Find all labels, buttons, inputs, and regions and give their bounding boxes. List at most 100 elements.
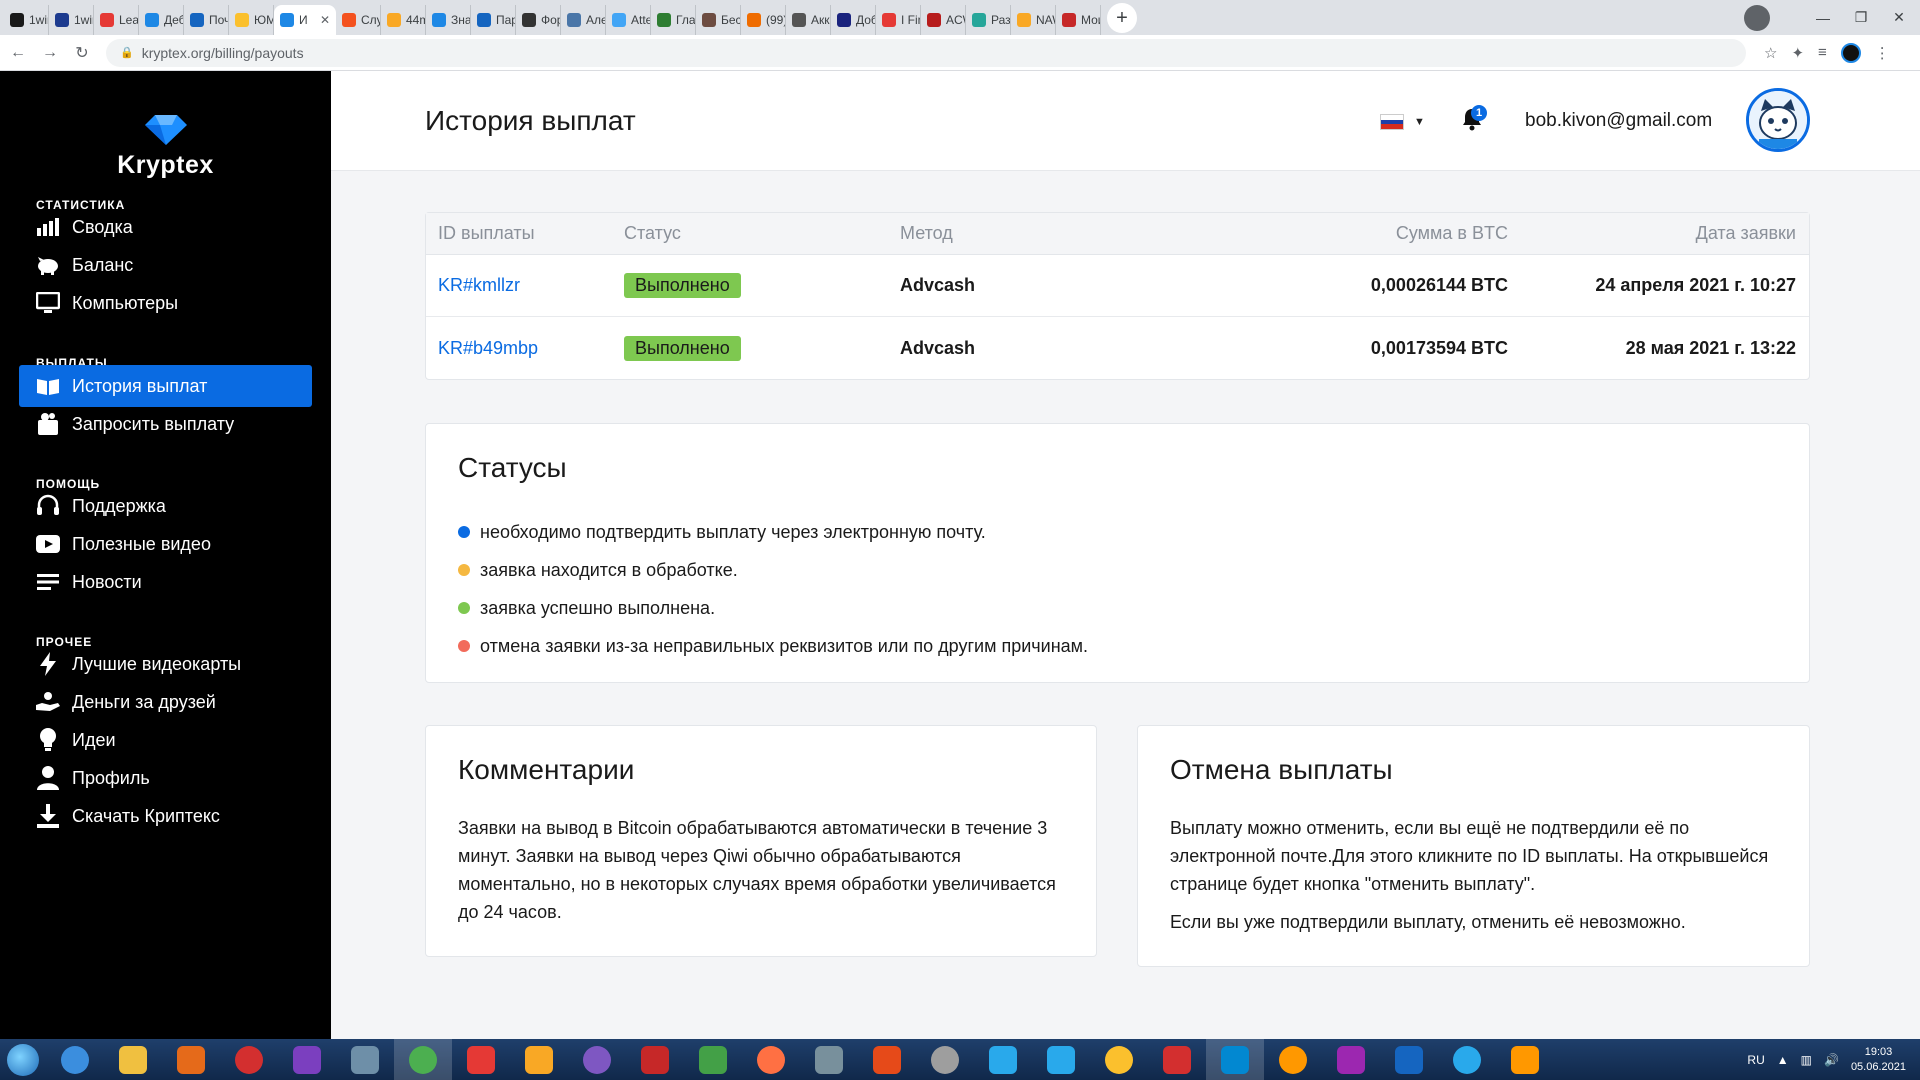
taskbar-app[interactable] [1322, 1039, 1380, 1080]
sidebar-item[interactable]: Компьютеры [19, 282, 312, 324]
browser-tab[interactable]: Atten [606, 5, 651, 35]
close-tab-icon[interactable]: ✕ [320, 13, 330, 27]
browser-tab[interactable]: NAW [1011, 5, 1056, 35]
maximize-icon[interactable]: ❐ [1846, 9, 1876, 26]
sidebar-item[interactable]: Скачать Криптекс [19, 795, 312, 837]
clock[interactable]: 19:03 05.06.2021 [1851, 1045, 1906, 1075]
back-icon[interactable]: ← [4, 44, 32, 62]
kryptex-logo[interactable]: Kryptex [0, 115, 331, 180]
sidebar-item[interactable]: Поддержка [19, 485, 312, 527]
tab-label: (99) C [766, 13, 786, 27]
close-window-icon[interactable]: ✕ [1884, 9, 1914, 26]
browser-tab[interactable]: Знак [426, 5, 471, 35]
volume-icon[interactable]: 🔊 [1824, 1053, 1839, 1067]
browser-tab[interactable]: Доба [831, 5, 876, 35]
browser-tab[interactable]: Глав [651, 5, 696, 35]
taskbar-app[interactable] [858, 1039, 916, 1080]
tray-arrow-icon[interactable]: ▲ [1777, 1053, 1789, 1067]
avatar[interactable] [1746, 88, 1810, 152]
taskbar-app[interactable] [452, 1039, 510, 1080]
sidebar-item[interactable]: Сводка [19, 206, 312, 248]
sidebar-item[interactable]: Лучшие видеокарты [19, 643, 312, 685]
browser-tab[interactable]: ЮMo [229, 5, 274, 35]
browser-tab[interactable]: Акка [786, 5, 831, 35]
browser-tab[interactable]: Leads [94, 5, 139, 35]
menu-icon[interactable]: ⋮ [1875, 44, 1890, 62]
browser-tab[interactable]: Парт [471, 5, 516, 35]
forward-icon[interactable]: → [36, 44, 64, 62]
profile-avatar-icon[interactable] [1840, 42, 1861, 63]
taskbar-app[interactable] [1264, 1039, 1322, 1080]
taskbar-app[interactable] [1206, 1039, 1264, 1080]
sidebar-item[interactable]: История выплат [19, 365, 312, 407]
browser-tab[interactable]: Форс [516, 5, 561, 35]
chrome-account-icon[interactable] [1744, 4, 1770, 31]
browser-tab[interactable]: 44m [381, 5, 426, 35]
browser-tab[interactable]: Разд [966, 5, 1011, 35]
app-icon [641, 1045, 669, 1074]
taskbar-app[interactable] [974, 1039, 1032, 1080]
browser-tab[interactable]: I Fina [876, 5, 921, 35]
taskbar-app[interactable] [1438, 1039, 1496, 1080]
new-tab-button[interactable]: + [1107, 3, 1137, 33]
taskbar-app[interactable] [394, 1039, 452, 1080]
taskbar-app[interactable] [916, 1039, 974, 1080]
browser-tab[interactable]: 1win [4, 5, 49, 35]
browser-tab[interactable]: (99) C [741, 5, 786, 35]
app-icon [293, 1045, 321, 1074]
taskbar-app[interactable] [336, 1039, 394, 1080]
browser-tab[interactable]: Бесп [696, 5, 741, 35]
browser-tab[interactable]: Служ [336, 5, 381, 35]
taskbar-app[interactable] [162, 1039, 220, 1080]
network-icon[interactable]: ▥ [1801, 1053, 1812, 1067]
taskbar-app[interactable] [1032, 1039, 1090, 1080]
browser-tab[interactable]: ACWI [921, 5, 966, 35]
minimize-icon[interactable]: — [1808, 10, 1838, 26]
browser-tab[interactable]: Почт [184, 5, 229, 35]
taskbar-app[interactable] [568, 1039, 626, 1080]
taskbar-app[interactable] [510, 1039, 568, 1080]
url-input[interactable]: 🔒 kryptex.org/billing/payouts [106, 38, 1746, 67]
reading-list-icon[interactable]: ≡ [1818, 44, 1827, 61]
sidebar-item[interactable]: Профиль [19, 757, 312, 799]
user-email[interactable]: bob.kivon@gmail.com [1525, 110, 1712, 132]
taskbar-app[interactable] [800, 1039, 858, 1080]
taskbar-app[interactable] [1380, 1039, 1438, 1080]
taskbar-app[interactable] [626, 1039, 684, 1080]
chevron-down-icon[interactable]: ▼ [1414, 116, 1425, 128]
extensions-icon[interactable]: ✦ [1791, 44, 1804, 62]
start-button[interactable] [0, 1039, 46, 1080]
table-row: KR#kmllzr Выполнено Advcash 0,00026144 B… [426, 255, 1809, 317]
taskbar-app[interactable] [46, 1039, 104, 1080]
reload-icon[interactable]: ↻ [68, 43, 96, 63]
taskbar-app[interactable] [1496, 1039, 1554, 1080]
tab-label: Знак [451, 13, 471, 27]
bookmark-star-icon[interactable]: ☆ [1764, 44, 1777, 62]
tab-label: Leads [119, 13, 139, 27]
browser-tab[interactable]: И ✕ [274, 5, 336, 35]
browser-tab[interactable]: Алес [561, 5, 606, 35]
taskbar-app[interactable] [278, 1039, 336, 1080]
language-indicator[interactable]: RU [1747, 1053, 1764, 1067]
taskbar-app[interactable] [1148, 1039, 1206, 1080]
sidebar-item-label: Поддержка [72, 495, 166, 516]
taskbar-app[interactable] [104, 1039, 162, 1080]
browser-tab[interactable]: Дебе [139, 5, 184, 35]
browser-tab[interactable]: 1win- [49, 5, 94, 35]
taskbar-app[interactable] [220, 1039, 278, 1080]
payout-id-link[interactable]: KR#kmllzr [438, 275, 520, 295]
windows-taskbar: RU ▲ ▥ 🔊 19:03 05.06.2021 [0, 1039, 1920, 1080]
sidebar-item[interactable]: Запросить выплату [19, 403, 312, 445]
taskbar-app[interactable] [742, 1039, 800, 1080]
payout-id-link[interactable]: KR#b49mbp [438, 338, 538, 358]
sidebar-item[interactable]: Идеи [19, 719, 312, 761]
sidebar-item[interactable]: Полезные видео [19, 523, 312, 565]
russian-flag-icon[interactable] [1380, 114, 1404, 130]
sidebar-item[interactable]: Новости [19, 561, 312, 603]
taskbar-app[interactable] [684, 1039, 742, 1080]
sidebar-item[interactable]: Баланс [19, 244, 312, 286]
browser-tab[interactable]: Мои [1056, 5, 1101, 35]
taskbar-app[interactable] [1090, 1039, 1148, 1080]
address-bar: ← → ↻ 🔒 kryptex.org/billing/payouts ☆ ✦ … [0, 35, 1920, 71]
sidebar-item[interactable]: Деньги за друзей [19, 681, 312, 723]
